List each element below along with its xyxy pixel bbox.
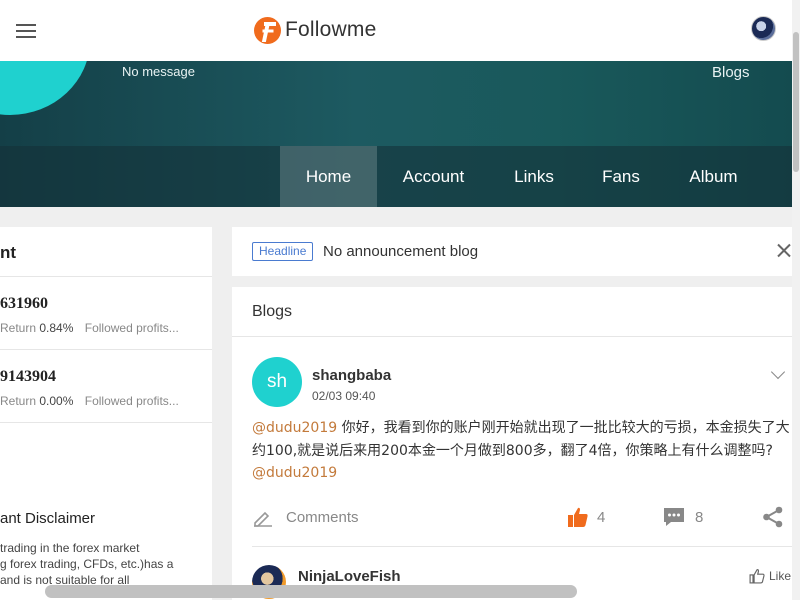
post-body: @dudu2019 你好，我看到你的账户刚开始就出现了一批比较大的亏损，本金损失…	[252, 417, 792, 485]
blogs-panel: Blogs sh shangbaba 02/03 09:40 @dudu2019…	[232, 287, 800, 600]
tab-account[interactable]: Account	[390, 146, 477, 207]
vertical-scrollbar[interactable]	[792, 0, 800, 600]
blogs-title: Blogs	[252, 303, 293, 320]
tab-fans[interactable]: Fans	[590, 146, 652, 207]
banner-blogs-link[interactable]: Blogs	[712, 64, 750, 81]
followed-profits-label: Followed profits...	[84, 394, 179, 408]
comment-count-button[interactable]: 8	[663, 502, 703, 532]
return-value: 0.00%	[39, 394, 74, 408]
post-date: 02/03 09:40	[312, 389, 376, 403]
comments-button[interactable]: Comments	[252, 502, 359, 532]
disclaimer-line: g forex trading, CFDs, etc.)has a	[0, 557, 174, 571]
account-stats: Return 0.00% Followed profits...	[0, 394, 179, 408]
headline-text: No announcement blog	[323, 243, 479, 260]
hamburger-icon[interactable]	[16, 24, 36, 38]
like-button[interactable]: 4	[567, 502, 605, 532]
return-label: Return	[0, 394, 37, 408]
tab-home[interactable]: Home	[280, 146, 377, 207]
like-count: 4	[597, 508, 606, 526]
post-author-avatar[interactable]: sh	[252, 357, 302, 407]
divider	[252, 546, 792, 547]
comment-count: 8	[695, 508, 704, 526]
share-icon	[763, 506, 783, 528]
profile-avatar-circle	[0, 61, 90, 115]
account-panel: nt 631960 Return 0.84% Followed profits.…	[0, 227, 212, 600]
account-stats: Return 0.84% Followed profits...	[0, 321, 179, 335]
headline-bar: Headline No announcement blog	[232, 227, 800, 276]
comment-icon	[664, 508, 684, 526]
chevron-down-icon[interactable]	[770, 364, 786, 380]
divider	[0, 349, 212, 350]
account-panel-title: nt	[0, 243, 17, 262]
tab-links[interactable]: Links	[500, 146, 568, 207]
profile-nav: Home Account Links Fans Album	[0, 146, 792, 207]
disclaimer-text: trading in the forex market g forex trad…	[0, 540, 200, 588]
mention-link[interactable]: @dudu2019	[252, 465, 337, 481]
divider	[232, 336, 800, 337]
disclaimer-line: trading in the forex market	[0, 541, 140, 555]
user-avatar[interactable]	[751, 16, 776, 41]
thumbs-up-icon	[568, 507, 588, 527]
horizontal-scrollbar[interactable]	[0, 583, 792, 600]
like-label: Like	[769, 569, 792, 583]
brand-name: Followme	[285, 18, 377, 41]
followme-logo[interactable]: Followme	[254, 14, 376, 46]
return-label: Return	[0, 321, 37, 335]
return-value: 0.84%	[39, 321, 74, 335]
divider	[0, 276, 212, 277]
like-button[interactable]: Like	[749, 568, 791, 584]
edit-icon	[254, 511, 272, 527]
divider	[0, 422, 212, 423]
close-icon[interactable]	[775, 241, 793, 259]
post-author-name[interactable]: shangbaba	[312, 367, 391, 384]
followed-profits-label: Followed profits...	[84, 321, 179, 335]
comments-label: Comments	[286, 508, 359, 526]
headline-badge: Headline	[252, 242, 314, 261]
account-number[interactable]: 9143904	[0, 368, 56, 386]
profile-message: No message	[122, 64, 195, 79]
account-number[interactable]: 631960	[0, 295, 48, 313]
horizontal-scrollbar-thumb[interactable]	[45, 585, 577, 598]
share-button[interactable]	[762, 502, 784, 532]
vertical-scrollbar-thumb[interactable]	[793, 32, 799, 172]
thumbs-up-icon	[749, 569, 765, 584]
post-actions: Comments 4 8	[232, 502, 800, 532]
disclaimer-title: ant Disclaimer	[0, 510, 96, 527]
followme-logo-icon	[254, 16, 281, 44]
top-header: Followme	[0, 0, 792, 61]
tab-album[interactable]: Album	[676, 146, 751, 207]
profile-banner: No message Blogs Home Account Links Fans…	[0, 61, 792, 207]
mention-link[interactable]: @dudu2019	[252, 420, 337, 436]
